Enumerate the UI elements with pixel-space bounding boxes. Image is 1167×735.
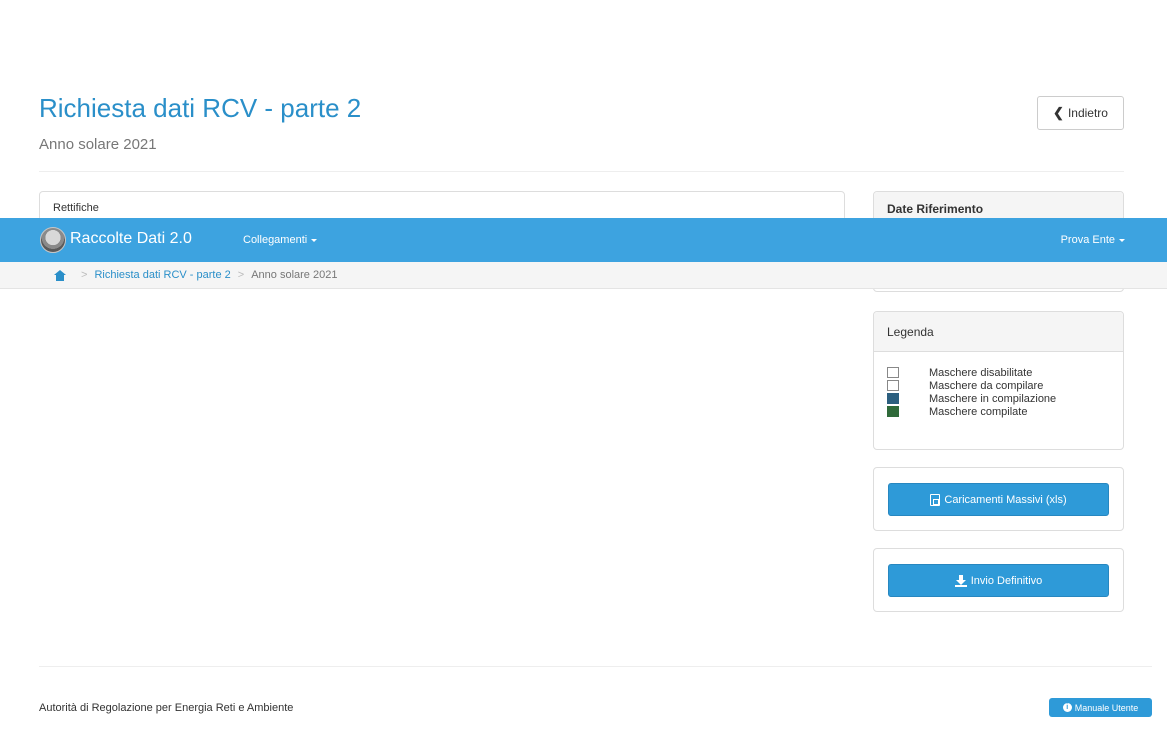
legend-swatch — [887, 393, 899, 404]
caricamenti-massivi-button[interactable]: Caricamenti Massivi (xls) — [888, 483, 1109, 516]
caret-down-icon — [311, 238, 318, 242]
back-button-label: Indietro — [1067, 106, 1108, 120]
legend-label: Maschere compilate — [929, 405, 1028, 418]
breadcrumb: > Richiesta dati RCV - parte 2 > Anno so… — [0, 262, 1167, 289]
caret-down-icon — [1119, 238, 1125, 242]
breadcrumb-link-richiesta[interactable]: Richiesta dati RCV - parte 2 — [94, 269, 230, 281]
breadcrumb-current: Anno solare 2021 — [251, 269, 338, 281]
footer-divider — [39, 666, 1152, 667]
back-button[interactable]: ❮ Indietro — [1037, 96, 1124, 130]
invio-definitivo-label: Invio Definitivo — [970, 574, 1043, 587]
chevron-left-icon: ❮ — [1053, 105, 1064, 120]
legend-item: Maschere compilate — [887, 405, 1110, 418]
manuale-utente-label: Manuale Utente — [1074, 702, 1139, 713]
collegamenti-menu[interactable]: Collegamenti — [243, 234, 318, 246]
collegamenti-label: Collegamenti — [243, 234, 308, 246]
legenda-panel: Legenda Maschere disabilitate Maschere d… — [873, 311, 1124, 450]
page-subtitle: Anno solare 2021 — [39, 136, 157, 153]
legend-list: Maschere disabilitate Maschere da compil… — [874, 352, 1123, 418]
legend-label: Maschere disabilitate — [929, 366, 1033, 379]
emblem-logo-icon[interactable] — [40, 227, 66, 253]
legend-item: Maschere in compilazione — [887, 392, 1110, 405]
legend-item: Maschere da compilare — [887, 379, 1110, 392]
caricamenti-massivi-label: Caricamenti Massivi (xls) — [944, 493, 1067, 506]
brand-name[interactable]: Raccolte Dati 2.0 — [70, 230, 192, 248]
header-divider — [39, 171, 1124, 172]
legend-swatch — [887, 367, 899, 378]
invio-panel: Invio Definitivo — [873, 548, 1124, 612]
legenda-title: Legenda — [874, 312, 1123, 352]
home-icon[interactable] — [54, 269, 66, 281]
file-excel-icon — [930, 493, 941, 506]
navbar: Raccolte Dati 2.0 Collegamenti Prova Ent… — [0, 218, 1167, 262]
rettifiche-panel: Rettifiche — [39, 191, 845, 224]
user-menu[interactable]: Prova Ente — [1061, 234, 1125, 246]
legend-swatch — [887, 380, 899, 391]
info-icon: i — [1062, 703, 1072, 712]
breadcrumb-separator: > — [237, 269, 245, 281]
download-icon — [954, 574, 967, 587]
legend-label: Maschere da compilare — [929, 379, 1044, 392]
page-title: Richiesta dati RCV - parte 2 — [39, 93, 362, 123]
massivi-panel: Caricamenti Massivi (xls) — [873, 467, 1124, 531]
breadcrumb-separator: > — [81, 269, 88, 281]
user-label: Prova Ente — [1060, 234, 1115, 246]
manuale-utente-button[interactable]: i Manuale Utente — [1049, 698, 1152, 717]
legend-swatch — [887, 406, 899, 417]
legend-label: Maschere in compilazione — [929, 392, 1057, 405]
footer-text: Autorità di Regolazione per Energia Reti… — [39, 702, 294, 714]
legend-item: Maschere disabilitate — [887, 366, 1110, 379]
invio-definitivo-button[interactable]: Invio Definitivo — [888, 564, 1109, 597]
